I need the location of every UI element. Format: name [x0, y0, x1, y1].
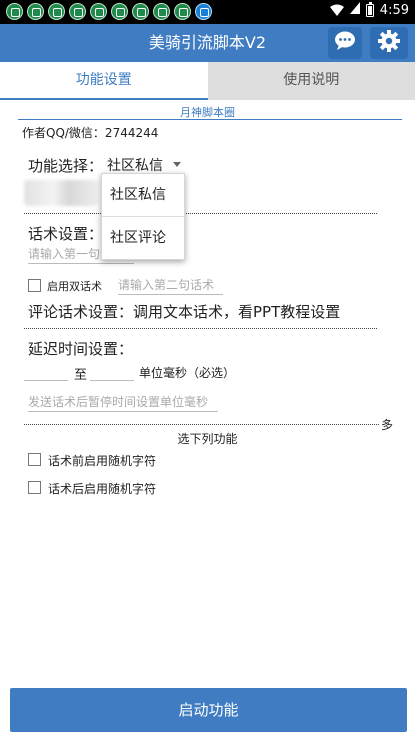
- link-title[interactable]: 月神脚本圈: [0, 104, 415, 120]
- random-after-checkbox[interactable]: [28, 481, 41, 494]
- battery-icon: [365, 1, 374, 17]
- gear-icon: [378, 30, 400, 56]
- script-settings-label: 话术设置：: [28, 225, 104, 243]
- app-icon: [48, 3, 65, 20]
- app-icon: [132, 3, 149, 20]
- app-icon: [90, 3, 107, 20]
- delay-unit-label: 单位毫秒（必选）: [139, 366, 236, 380]
- function-spinner[interactable]: 社区私信: [103, 155, 183, 174]
- clock: 4:59: [379, 2, 409, 18]
- dropdown-option-private-message[interactable]: 社区私信: [102, 174, 184, 216]
- app-icon: [111, 3, 128, 20]
- random-before-checkbox[interactable]: [28, 453, 41, 466]
- link-underline: [18, 119, 402, 120]
- tab-bar: 功能设置 使用说明: [0, 62, 415, 100]
- app-icon: [69, 3, 86, 20]
- dual-script-label: 启用双话术: [47, 280, 102, 293]
- dropdown-arrow-icon: [173, 162, 181, 167]
- delay-min-input[interactable]: [24, 362, 68, 381]
- function-select-label: 功能选择：: [28, 157, 104, 175]
- app-icon: [195, 3, 212, 20]
- dual-script-checkbox[interactable]: [28, 279, 41, 292]
- random-before-label: 话术前启用随机字符: [48, 454, 157, 468]
- comment-settings-label: 评论话术设置：调用文本话术，看PPT教程设置: [28, 303, 341, 321]
- tab-function-settings[interactable]: 功能设置: [0, 62, 208, 100]
- wifi-icon: [329, 4, 344, 16]
- divider: [24, 328, 377, 329]
- delay-label: 延迟时间设置：: [28, 340, 134, 358]
- tab-usage-guide[interactable]: 使用说明: [207, 62, 415, 100]
- author-contact: 作者QQ/微信：2744244: [22, 126, 159, 140]
- divider: [24, 213, 377, 214]
- function-dropdown-menu: 社区私信 社区评论: [101, 173, 185, 260]
- blurred-text: [24, 180, 98, 206]
- app-icon: [153, 3, 170, 20]
- settings-button[interactable]: [370, 27, 408, 59]
- delay-to-label: 至: [74, 368, 88, 383]
- chat-bubble-icon: [334, 31, 356, 55]
- status-bar: 4:59: [0, 0, 415, 24]
- app-bar: 美骑引流脚本V2: [0, 24, 415, 62]
- dropdown-option-comment[interactable]: 社区评论: [102, 217, 184, 259]
- start-function-button[interactable]: 启动功能: [10, 688, 407, 732]
- app-icon: [174, 3, 191, 20]
- chat-button[interactable]: [328, 27, 362, 59]
- app-icon: [27, 3, 44, 20]
- signal-icon: [349, 2, 360, 18]
- app-icon: [6, 3, 23, 20]
- pause-time-input[interactable]: 发送话术后暂停时间设置单位毫秒: [28, 393, 218, 412]
- random-after-label: 话术后启用随机字符: [48, 482, 157, 496]
- divider: [24, 424, 379, 425]
- notification-icons: [6, 3, 212, 20]
- delay-max-input[interactable]: [90, 362, 134, 381]
- spinner-value: 社区私信: [107, 158, 163, 174]
- second-script-input[interactable]: 请输入第二句话术: [118, 276, 223, 295]
- multi-select-label: 选下列功能: [177, 432, 238, 446]
